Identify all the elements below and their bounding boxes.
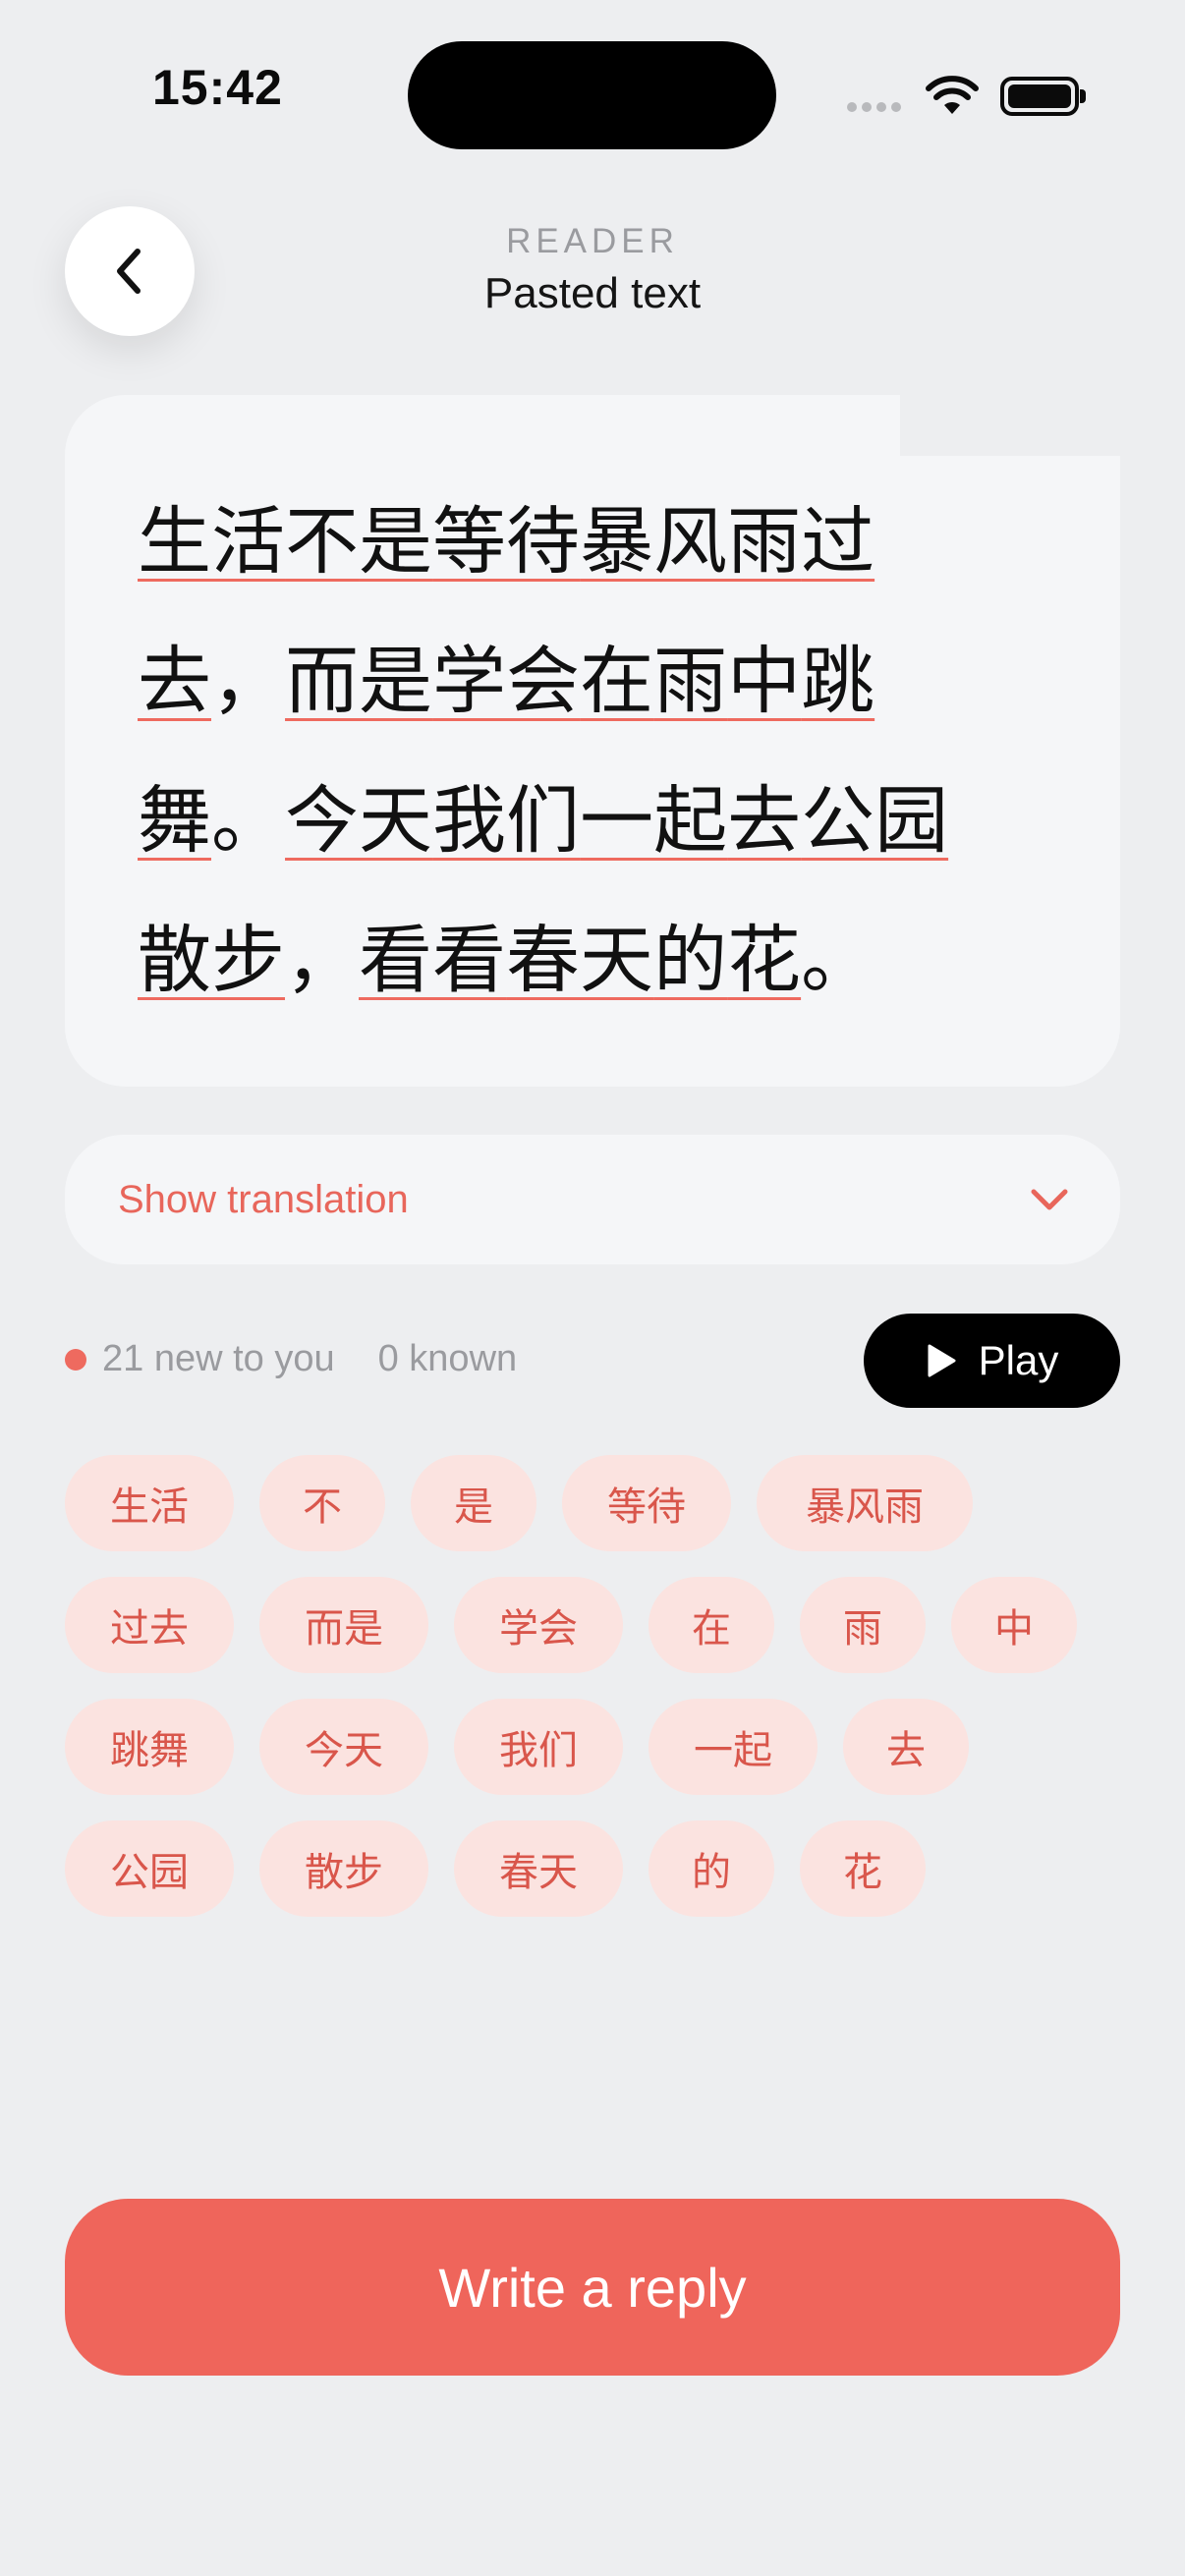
passage-word[interactable]: 春天 [506,917,653,1003]
word-chip[interactable]: 生活 [65,1455,234,1551]
passage-word[interactable]: 暴风雨 [580,498,801,585]
word-chip[interactable]: 是 [411,1455,536,1551]
chevron-down-icon [1031,1189,1068,1210]
passage-text: 生活不是等待暴风雨过去，而是学会在雨中跳舞。今天我们一起去公园散步，看看春天的花… [138,472,1022,1030]
word-chip[interactable]: 今天 [259,1699,428,1795]
word-chip[interactable]: 花 [800,1820,926,1917]
chip-row: 过去 而是 学会在雨中 [65,1577,1126,1673]
play-button[interactable]: Play [864,1314,1120,1408]
passage-word[interactable]: 的 [653,917,727,1003]
passage-word[interactable]: 一起 [580,777,727,864]
word-chips: 生活不是等待 暴风雨 过去 而是 学会在雨中跳舞 今天 我们 一起去公园 散步 春天的花 [65,1455,1126,1942]
cellular-signal-icon [847,102,901,112]
passage-punctuation: 。 [211,777,286,864]
passage-punctuation: 。 [801,917,875,1003]
word-chip[interactable]: 暴风雨 [757,1455,973,1551]
word-chip[interactable]: 公园 [65,1820,234,1917]
header-eyebrow: READER [506,222,679,260]
passage-word[interactable]: 雨 [653,638,727,724]
word-chip[interactable]: 一起 [649,1699,818,1795]
page-title: Pasted text [483,269,702,317]
passage-punctuation: ， [211,638,286,724]
passage-word[interactable]: 而是 [285,638,432,724]
reader-screen: 15:42 READER Pasted text 生活不是等待暴风雨过去，而是学… [0,0,1185,2576]
passage-word[interactable]: 看看 [359,917,506,1003]
word-chip[interactable]: 散步 [259,1820,428,1917]
passage-word[interactable]: 去 [727,777,801,864]
word-chip[interactable]: 中 [951,1577,1077,1673]
passage-word[interactable]: 在 [580,638,653,724]
play-icon [928,1344,956,1377]
passage-word[interactable]: 不 [285,498,359,585]
write-reply-button[interactable]: Write a reply [65,2199,1120,2376]
word-chip[interactable]: 去 [843,1699,969,1795]
chip-row: 跳舞 今天 我们 一起去 [65,1699,1126,1795]
word-chip[interactable]: 在 [649,1577,774,1673]
play-label: Play [978,1337,1059,1383]
dynamic-island [408,41,776,149]
known-words-count: 0 known [377,1338,518,1379]
word-chip[interactable]: 我们 [454,1699,623,1795]
word-chip[interactable]: 雨 [800,1577,926,1673]
translation-label: Show translation [118,1177,409,1221]
write-reply-label: Write a reply [438,2256,747,2319]
word-chip[interactable]: 跳舞 [65,1699,234,1795]
battery-icon [1000,77,1086,116]
passage-word[interactable]: 等待 [432,498,580,585]
passage-word[interactable]: 中 [727,638,801,724]
show-translation-toggle[interactable]: Show translation [65,1135,1120,1264]
passage-word[interactable]: 公园 [801,777,948,864]
word-chip[interactable]: 等待 [562,1455,731,1551]
word-stats: 21 new to you 0 known [65,1338,517,1380]
word-chip[interactable]: 而是 [259,1577,428,1673]
word-chip[interactable]: 过去 [65,1577,234,1673]
passage-punctuation: ， [285,917,360,1003]
new-words-dot [65,1348,86,1371]
wifi-icon [926,76,979,114]
chip-row: 公园 散步 春天的花 [65,1820,1126,1917]
passage-word[interactable]: 今天 [285,777,432,864]
chip-row: 生活不是等待 暴风雨 [65,1455,1126,1551]
passage-word[interactable]: 散步 [138,917,285,1003]
passage-word[interactable]: 花 [727,917,801,1003]
word-chip[interactable]: 春天 [454,1820,623,1917]
passage-word[interactable]: 我们 [432,777,580,864]
status-time: 15:42 [152,60,283,115]
passage-word[interactable]: 是 [359,498,432,585]
word-chip[interactable]: 的 [649,1820,774,1917]
passage-word[interactable]: 生活 [138,498,285,585]
reading-card: 生活不是等待暴风雨过去，而是学会在雨中跳舞。今天我们一起去公园散步，看看春天的花… [65,395,1120,1087]
new-words-count: 21 new to you [102,1338,335,1379]
word-chip[interactable]: 不 [259,1455,385,1551]
word-chip[interactable]: 学会 [454,1577,623,1673]
passage-word[interactable]: 学会 [432,638,580,724]
